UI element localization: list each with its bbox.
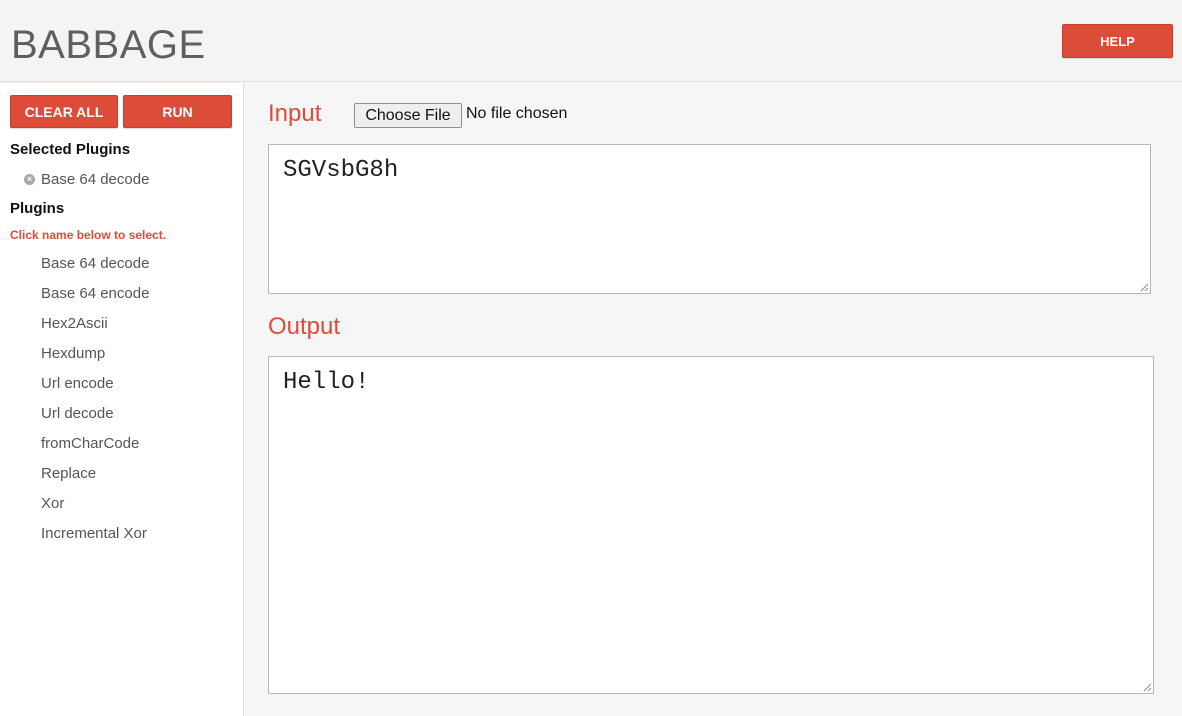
plugin-item[interactable]: Xor [41, 493, 149, 523]
plugin-item[interactable]: Hex2Ascii [41, 313, 149, 343]
input-text: SGVsbG8h [283, 157, 399, 184]
run-button[interactable]: RUN [123, 95, 232, 128]
output-title: Output [268, 313, 341, 340]
close-circle-icon[interactable]: × [24, 174, 35, 185]
plugin-item[interactable]: Replace [41, 463, 149, 493]
help-button[interactable]: HELP [1062, 24, 1173, 58]
plugin-item[interactable]: Url decode [41, 403, 149, 433]
plugin-item[interactable]: Base 64 encode [41, 283, 149, 313]
plugin-item[interactable]: fromCharCode [41, 433, 149, 463]
selected-plugin-item[interactable]: × Base 64 decode [24, 171, 149, 188]
choose-file-button[interactable]: Choose File [354, 103, 462, 128]
selected-plugins-heading: Selected Plugins [10, 141, 131, 158]
input-textarea[interactable]: SGVsbG8h [268, 144, 1151, 294]
plugin-item[interactable]: Base 64 decode [41, 253, 149, 283]
app-logo: BABBAGE [11, 23, 206, 67]
plugins-heading: Plugins [10, 200, 65, 217]
file-status: No file chosen [466, 105, 568, 122]
output-textarea[interactable]: Hello! [268, 356, 1154, 694]
plugin-item[interactable]: Url encode [41, 373, 149, 403]
selected-plugin-label: Base 64 decode [41, 171, 150, 188]
clear-all-button[interactable]: CLEAR ALL [10, 95, 118, 128]
input-title: Input [268, 100, 322, 127]
plugin-list: Base 64 decode Base 64 encode Hex2Ascii … [41, 253, 149, 553]
plugin-item[interactable]: Incremental Xor [41, 523, 149, 553]
plugin-item[interactable]: Hexdump [41, 343, 149, 373]
resize-grip-icon[interactable] [1142, 682, 1152, 692]
app-header: BABBAGE HELP [0, 0, 1182, 82]
sidebar: CLEAR ALL RUN Selected Plugins × Base 64… [0, 83, 244, 716]
resize-grip-icon[interactable] [1139, 282, 1149, 292]
plugins-hint: Click name below to select. [10, 228, 167, 242]
output-text: Hello! [283, 369, 370, 396]
